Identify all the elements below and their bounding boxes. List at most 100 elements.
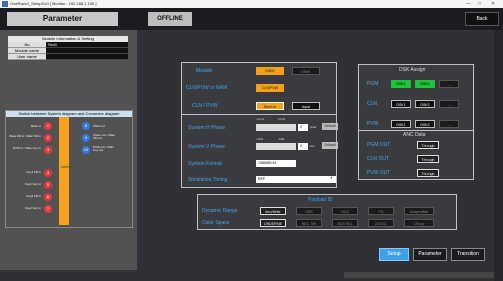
output-port-dot[interactable]: 9 [82, 134, 90, 142]
base-in-button[interactable]: Base-In [256, 102, 284, 110]
row-key: User name [8, 54, 46, 60]
simulation-timing-select[interactable]: REF [256, 176, 336, 183]
input-port-dot[interactable]: 7 [44, 205, 52, 213]
input-label: Key2 Fill in [26, 194, 41, 198]
system-h-phase-label: System H Phase [188, 125, 226, 131]
v-phase-input[interactable]: 0 [298, 143, 308, 150]
output-label: Clean out / Main Fill out [93, 133, 115, 140]
color-space-option[interactable]: 2020 NCL [332, 219, 358, 227]
v-phase-slider[interactable] [256, 143, 296, 150]
module-info-row: User name [8, 54, 128, 60]
tick-label: +1ML [256, 137, 264, 141]
dsk-assign-panel: DSK Assign PGM DSK1 DSK2 ---- CLN DSK1 D… [358, 64, 474, 136]
dynamic-range-option[interactable]: PQ [368, 207, 394, 215]
input-label: Base in [30, 124, 41, 128]
anc-through-button[interactable]: Through [417, 169, 439, 177]
dsk1-toggle[interactable]: DSK1 [391, 100, 411, 108]
settings-area: Module DSKK DSKK CLN/PVW or NAM CLN/PVW … [175, 52, 488, 271]
h-default-button[interactable]: Default [322, 123, 338, 130]
module-info-table: Module Information & Setting No Slot1 Mod… [8, 36, 128, 60]
module-option-2[interactable]: DSKK [292, 67, 320, 75]
status-bar [344, 272, 494, 278]
output-label: PVW out / Main Key out [93, 145, 114, 152]
dsk2-toggle[interactable]: DSK2 [415, 100, 435, 108]
switch-diagram[interactable]: Switch between System diagram and Connec… [5, 110, 133, 228]
payload-id-title: Payload ID [308, 197, 333, 203]
dsk1-toggle[interactable]: DSK1 [391, 120, 411, 128]
input-label: Key1 Key in [24, 182, 41, 186]
input-button[interactable]: Input [292, 102, 320, 110]
module-option-1[interactable]: DSKK [256, 67, 284, 75]
output-label: PGM out [93, 124, 105, 128]
anc-row-label: PGM OUT [367, 142, 391, 148]
cln-pvw-nam-label: CLN/PVW or NAM [186, 85, 228, 91]
dynamic-range-label: Dynamic Range [202, 208, 238, 214]
window-title: OneRack2_SetupGUI [ Monitor : 192.168.1.… [10, 1, 97, 6]
simulation-timing-label: Simulation Timing [188, 177, 228, 183]
color-space-option[interactable]: 2020CL [368, 219, 394, 227]
dsk-row-label: PVW [367, 121, 379, 127]
maximize-button[interactable]: □ [478, 0, 481, 8]
v-default-button[interactable]: Default [322, 142, 338, 149]
anc-through-button[interactable]: Through [417, 155, 439, 163]
tick-label: 1L/4L [278, 117, 286, 121]
dsk-none-toggle[interactable]: ---- [439, 100, 459, 108]
color-space-label: Color Space [202, 220, 230, 226]
input-label: Key1 Fill in [26, 170, 41, 174]
back-button[interactable]: Back [465, 12, 499, 26]
input-label: Key2 Key in [24, 206, 41, 210]
input-port-dot[interactable]: 1 [44, 122, 52, 130]
dynamic-range-option[interactable]: HLG [332, 207, 358, 215]
anc-through-button[interactable]: Through [417, 141, 439, 149]
diagram-heading: Switch between System diagram and Connec… [6, 111, 132, 117]
tick-label: -1ML [278, 137, 285, 141]
dsk-none-toggle[interactable]: ---- [439, 80, 459, 88]
minimize-button[interactable]: — [466, 0, 471, 8]
user-name-field[interactable] [46, 54, 128, 60]
close-button[interactable]: ✕ [491, 0, 495, 8]
input-port-dot[interactable]: 6 [44, 193, 52, 201]
switch-core: SWITCH [59, 117, 73, 225]
anc-data-panel: ANC Data PGM OUT Through CLN OUT Through… [358, 130, 474, 180]
output-port-dot[interactable]: 10 [82, 146, 90, 154]
dsk1-toggle[interactable]: DSK1 [391, 80, 411, 88]
page-title: Parameter [7, 12, 118, 26]
color-space-option[interactable]: CIExyz [404, 219, 434, 227]
module-panel: Module DSKK DSKK CLN/PVW or NAM CLN/PVW … [181, 62, 337, 116]
tab-parameter[interactable]: Parameter [413, 248, 447, 261]
dsk-assign-title: DSK Assign [399, 67, 426, 73]
dynamic-range-option[interactable]: thru/Write [260, 207, 286, 215]
cln-pvw-label: CLN / PVW [192, 103, 218, 109]
tab-setup[interactable]: Setup [379, 248, 409, 261]
cln-pvw-button[interactable]: CLN/PVW [256, 84, 284, 92]
switch-core-label: SWITCH [61, 165, 73, 169]
header-bar: Parameter OFFLINE Back [0, 8, 503, 30]
system-v-phase-label: System V Phase [188, 144, 225, 150]
output-port-dot[interactable]: 8 [82, 122, 90, 130]
dsk2-toggle[interactable]: DSK2 [415, 120, 435, 128]
input-label: Base Fill in / Main Fill in [9, 134, 41, 138]
color-space-option[interactable]: REC 709 [296, 219, 322, 227]
v-phase-unit: line [310, 144, 315, 148]
dsk-row-label: PGM [367, 81, 379, 87]
system-format-field[interactable]: 1080i/59.94 [256, 160, 296, 167]
input-port-dot[interactable]: 5 [44, 181, 52, 189]
app-icon [2, 1, 8, 7]
tab-transition[interactable]: Transition [451, 248, 485, 261]
anc-data-title: ANC Data [403, 132, 426, 138]
dynamic-range-option[interactable]: Unspecified [404, 207, 434, 215]
input-port-dot[interactable]: 3 [44, 146, 52, 154]
input-port-dot[interactable]: 2 [44, 134, 52, 142]
window-titlebar: OneRack2_SetupGUI [ Monitor : 192.168.1.… [0, 0, 503, 8]
module-label: Module [196, 68, 213, 74]
dsk2-toggle[interactable]: DSK2 [415, 80, 435, 88]
dynamic-range-option[interactable]: SDR [296, 207, 322, 215]
input-port-dot[interactable]: 4 [44, 169, 52, 177]
scrollbar[interactable] [494, 30, 503, 281]
h-phase-unit: pixel [310, 125, 317, 129]
color-space-option[interactable]: UNDEFINE [260, 219, 286, 227]
h-phase-input[interactable]: 0 [298, 124, 308, 131]
dsk-none-toggle[interactable]: ---- [439, 120, 459, 128]
h-phase-slider[interactable] [256, 124, 296, 131]
chevron-down-icon: ▼ [330, 176, 333, 180]
